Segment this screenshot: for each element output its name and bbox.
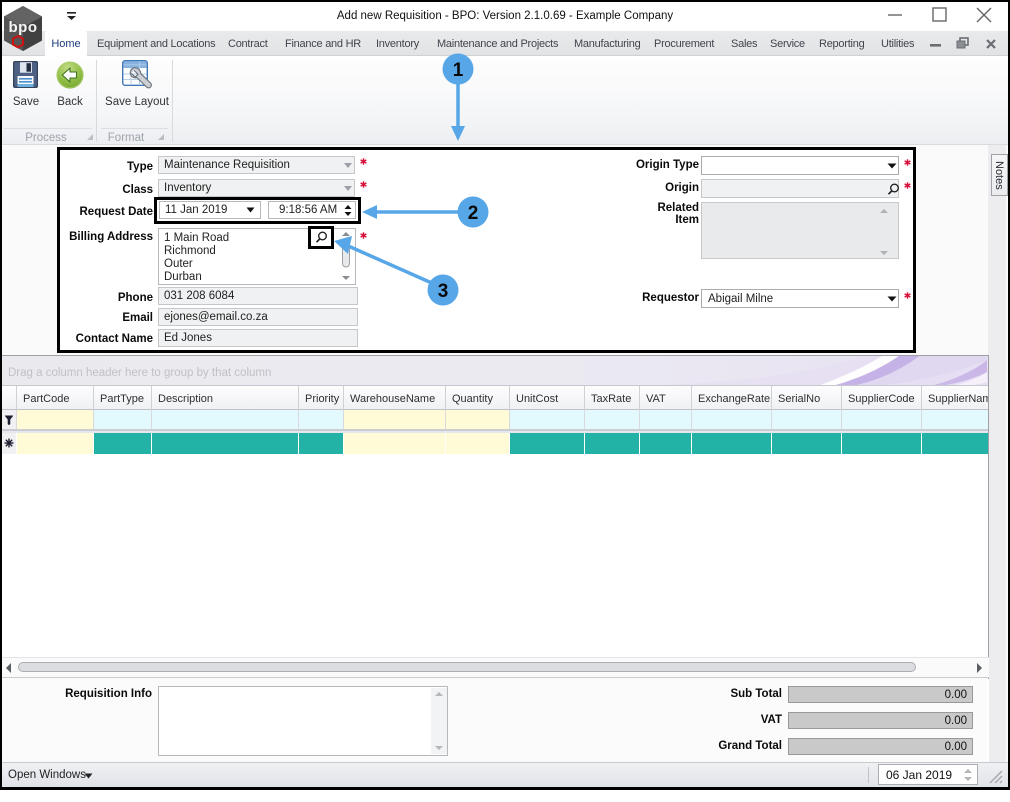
svg-text:bpo: bpo: [9, 19, 38, 36]
